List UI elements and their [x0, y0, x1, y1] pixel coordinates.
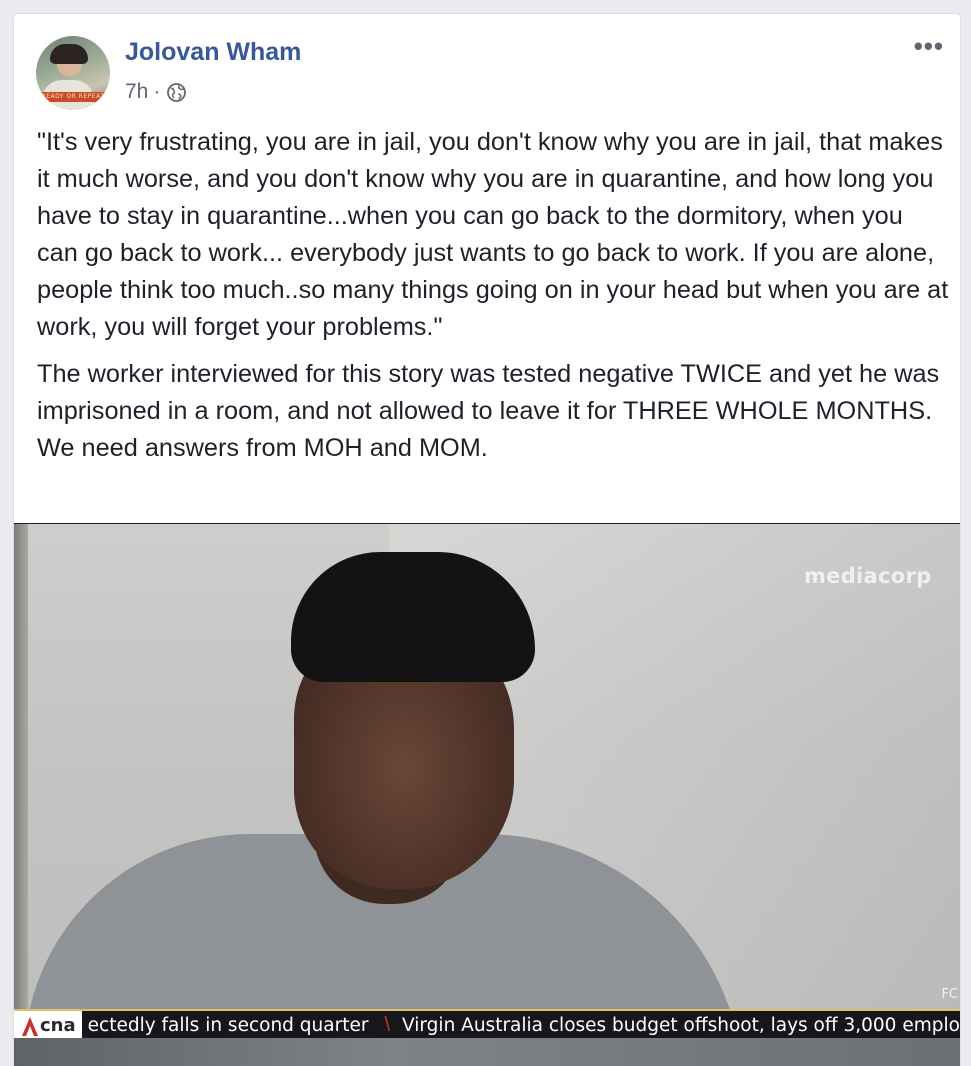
post-body: "It's very frustrating, you are in jail,…	[37, 124, 949, 477]
video-lower-frame	[14, 1038, 960, 1066]
cna-logo: cna	[14, 1011, 82, 1040]
post-card: READY OR REPEAT Jolovan Wham 7h · ••• "I…	[13, 13, 961, 1066]
avatar-caption: READY OR REPEAT	[36, 92, 110, 102]
post-meta: 7h ·	[125, 80, 187, 104]
video-pipe	[389, 524, 403, 554]
ticker-headline-1: ectedly falls in second quarter	[87, 1015, 369, 1036]
ticker-separator: \	[384, 1014, 391, 1036]
author-name[interactable]: Jolovan Wham	[125, 38, 301, 67]
post-paragraph-comment: The worker interviewed for this story wa…	[37, 360, 940, 462]
post-timestamp[interactable]: 7h	[125, 80, 148, 104]
post-paragraph-quote: "It's very frustrating, you are in jail,…	[37, 128, 949, 341]
ticker-headline-2: Virgin Australia closes budget offshoot,…	[402, 1015, 960, 1036]
avatar-hair	[50, 44, 88, 64]
mediacorp-watermark: mediacorp	[804, 564, 932, 588]
news-ticker: cna ectedly falls in second quarter \ Vi…	[14, 1009, 960, 1040]
author-avatar[interactable]: READY OR REPEAT	[36, 36, 110, 110]
video-player[interactable]: mediacorp FC cna ectedly falls in second…	[14, 523, 960, 1066]
video-corner-label: FC	[941, 987, 958, 1002]
meta-separator: ·	[153, 80, 161, 103]
cna-logo-text: cna	[40, 1015, 76, 1036]
video-door-frame	[14, 524, 28, 1066]
cna-a-logo-icon	[22, 1017, 38, 1036]
more-horizontal-icon[interactable]: •••	[914, 33, 944, 59]
globe-icon[interactable]	[166, 82, 187, 103]
